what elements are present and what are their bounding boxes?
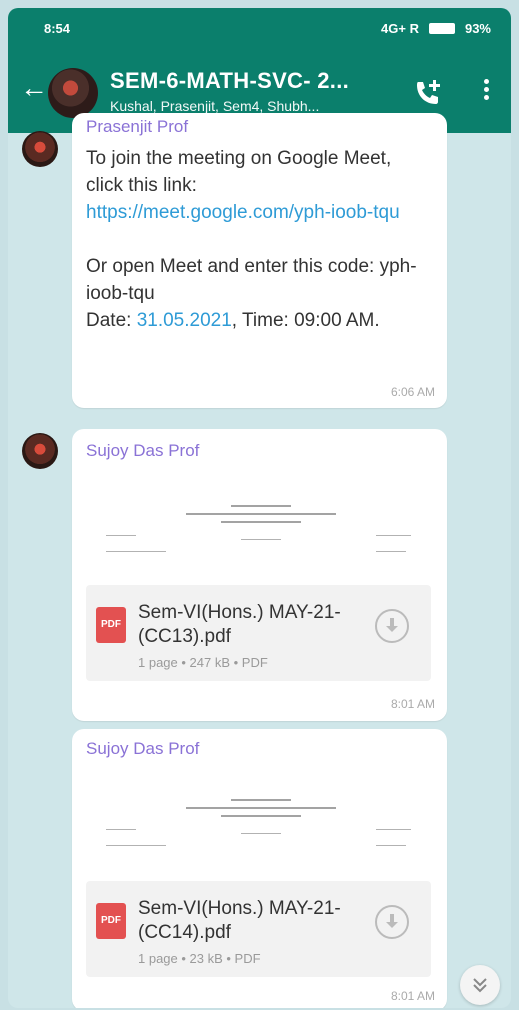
status-time: 8:54	[44, 21, 71, 36]
status-indicators: 4G+ R 93%	[381, 21, 491, 36]
meet-link[interactable]: https://meet.google.com/yph-ioob-tqu	[86, 202, 400, 223]
file-card[interactable]: PDF Sem-VI(Hons.) MAY-21-(CC13).pdf 1 pa…	[86, 585, 431, 681]
sender-avatar[interactable]	[22, 433, 58, 469]
status-bar: 8:54 4G+ R 93%	[8, 8, 511, 48]
message-code: Or open Meet and enter this code: yph-io…	[86, 256, 417, 304]
pdf-preview[interactable]	[86, 769, 431, 879]
sender-name: Prasenjit Prof	[86, 117, 189, 136]
chat-area[interactable]: Prasenjit Prof To join the meeting on Go…	[8, 113, 511, 1008]
chat-title-area[interactable]: SEM-6-MATH-SVC- 2... Kushal, Prasenjit, …	[110, 68, 400, 114]
file-card[interactable]: PDF Sem-VI(Hons.) MAY-21-(CC14).pdf 1 pa…	[86, 881, 431, 977]
message-bubble[interactable]: Sujoy Das Prof PDF Sem-VI(Hons.) MAY-21-…	[72, 729, 447, 1008]
file-name: Sem-VI(Hons.) MAY-21-(CC13).pdf	[138, 602, 341, 647]
add-call-icon[interactable]	[413, 78, 443, 108]
message-timestamp: 8:01 AM	[390, 989, 435, 1003]
message-intro: To join the meeting on Google Meet, clic…	[86, 148, 392, 196]
scroll-down-icon	[473, 978, 487, 993]
message-bubble[interactable]: Prasenjit Prof To join the meeting on Go…	[72, 113, 447, 408]
date-label: Date:	[86, 310, 137, 331]
battery-percent: 93%	[464, 21, 491, 36]
message-timestamp: 6:06 AM	[390, 385, 435, 399]
message-timestamp: 8:01 AM	[390, 697, 435, 711]
group-title: SEM-6-MATH-SVC- 2...	[110, 68, 350, 93]
message-bubble[interactable]: Sujoy Das Prof PDF Sem-VI(Hons.) MAY-21-…	[72, 429, 447, 721]
phone-frame: 8:54 4G+ R 93% ← SEM-6-MATH-SVC- 2... Ku…	[8, 8, 511, 1008]
scroll-down-button[interactable]	[460, 965, 500, 1005]
time-text: , Time: 09:00 AM.	[231, 310, 380, 331]
group-members: Kushal, Prasenjit, Sem4, Shubh...	[110, 98, 320, 114]
pdf-icon: PDF	[96, 903, 126, 939]
message-text: To join the meeting on Google Meet, clic…	[86, 145, 431, 334]
more-vert-icon[interactable]	[482, 76, 490, 108]
file-meta: 1 page • 23 kB • PDF	[138, 951, 261, 966]
back-arrow-icon[interactable]: ←	[20, 74, 48, 102]
group-avatar[interactable]	[48, 68, 98, 118]
date-link[interactable]: 31.05.2021	[137, 310, 232, 331]
pdf-preview[interactable]	[86, 473, 431, 583]
sender-avatar[interactable]	[22, 131, 58, 167]
sender-name: Sujoy Das Prof	[86, 441, 200, 460]
file-meta: 1 page • 247 kB • PDF	[138, 655, 268, 670]
download-icon[interactable]	[375, 609, 409, 643]
file-name: Sem-VI(Hons.) MAY-21-(CC14).pdf	[138, 898, 341, 943]
network-indicator: 4G+ R	[381, 21, 419, 36]
sender-name: Sujoy Das Prof	[86, 739, 200, 758]
pdf-icon: PDF	[96, 607, 126, 643]
download-icon[interactable]	[375, 905, 409, 939]
battery-icon	[428, 23, 455, 34]
